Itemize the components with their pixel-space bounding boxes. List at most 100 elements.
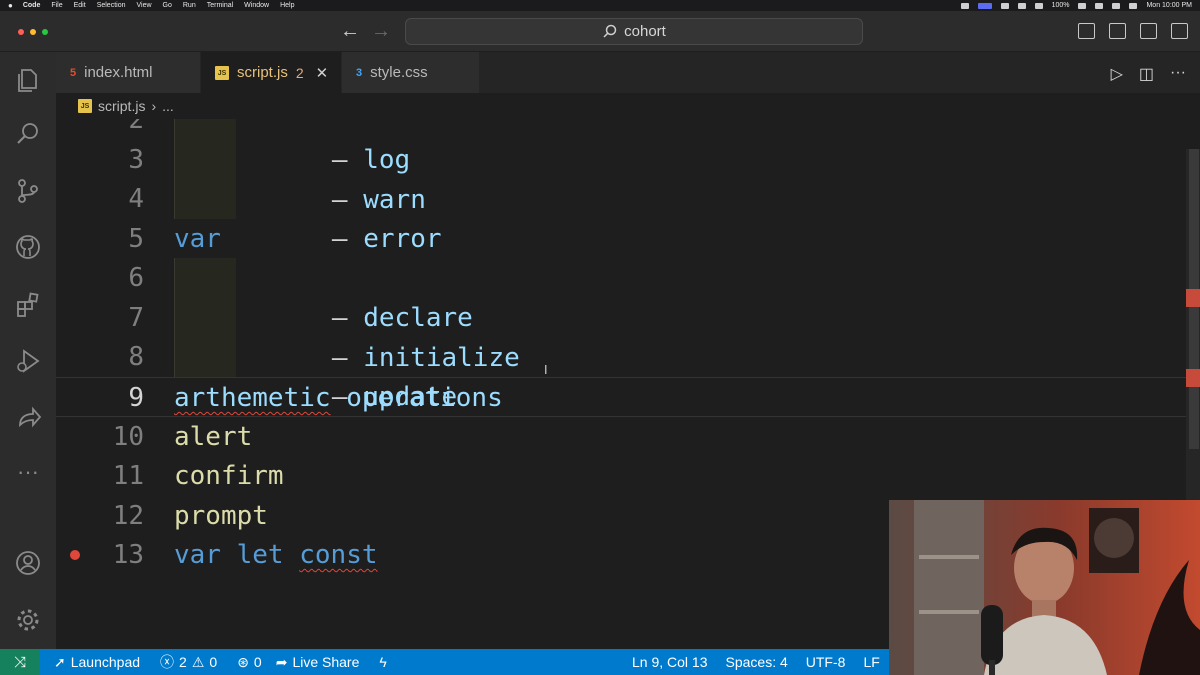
indentation[interactable]: Spaces: 4 xyxy=(726,654,788,670)
code-keyword: const xyxy=(299,540,378,570)
text-cursor-icon: I xyxy=(544,363,548,377)
run-debug-icon[interactable] xyxy=(13,346,43,376)
tab-label: style.css xyxy=(370,64,428,81)
breadcrumb-more[interactable]: ... xyxy=(162,98,174,114)
indent-guide xyxy=(174,337,236,377)
source-control-icon[interactable] xyxy=(13,176,43,206)
lightning-icon[interactable]: ϟ xyxy=(379,654,386,670)
ports-item[interactable]: ⊛ 0 xyxy=(237,654,262,671)
battery-icon[interactable] xyxy=(1078,2,1087,9)
settings-gear-icon[interactable] xyxy=(13,605,43,635)
back-arrow-icon[interactable]: ← xyxy=(340,20,360,43)
toggle-panel-icon[interactable] xyxy=(1109,23,1126,39)
code-line: 7 – initialize xyxy=(56,298,1186,373)
tab-index-html[interactable]: 5 index.html xyxy=(56,52,201,93)
minimize-window-button[interactable] xyxy=(30,29,36,35)
code-line: 3 – warn xyxy=(56,140,1186,215)
warning-count: 0 xyxy=(209,654,218,670)
code-line: 4 – error xyxy=(56,179,1186,254)
menu-app[interactable]: Code xyxy=(23,2,41,9)
layout-controls xyxy=(1078,23,1188,39)
webcam-overlay xyxy=(889,500,1200,675)
line-number: 7 xyxy=(128,303,144,333)
menu-clock[interactable]: Mon 10:00 PM xyxy=(1146,2,1192,9)
close-window-button[interactable] xyxy=(18,29,24,35)
tab-style-css[interactable]: 3 style.css xyxy=(342,52,480,93)
toggle-primary-sidebar-icon[interactable] xyxy=(1078,23,1095,39)
screen-record-icon[interactable] xyxy=(960,2,969,9)
breakpoint-icon[interactable] xyxy=(70,550,80,560)
indent-guide xyxy=(174,140,236,180)
error-marker[interactable] xyxy=(1186,289,1200,307)
close-tab-icon[interactable]: ✕ xyxy=(316,64,329,82)
code-keyword: var xyxy=(174,540,221,570)
split-editor-icon[interactable]: ◫ xyxy=(1139,64,1154,84)
search-text: cohort xyxy=(624,23,666,40)
display-icon[interactable] xyxy=(977,2,992,9)
siri-icon[interactable] xyxy=(1129,2,1138,9)
breadcrumb-file[interactable]: script.js xyxy=(98,98,145,114)
activity-bar: ··· xyxy=(0,52,56,649)
tab-script-js[interactable]: JS script.js 2 ✕ xyxy=(201,52,342,93)
cursor-position[interactable]: Ln 9, Col 13 xyxy=(632,654,708,670)
menu-help[interactable]: Help xyxy=(280,2,294,9)
menu-file[interactable]: File xyxy=(51,2,62,9)
run-file-icon[interactable]: ▷ xyxy=(1111,64,1123,84)
live-share-item[interactable]: ➦ Live Share xyxy=(276,654,360,671)
encoding[interactable]: UTF-8 xyxy=(806,654,846,670)
code-line: 5 var xyxy=(56,219,1186,259)
menu-run[interactable]: Run xyxy=(183,2,196,9)
tab-label: script.js xyxy=(237,64,288,81)
apple-icon[interactable]: ● xyxy=(8,1,13,10)
code-text: prompt xyxy=(174,501,268,531)
volume-icon[interactable] xyxy=(1000,2,1009,9)
customize-layout-icon[interactable] xyxy=(1171,23,1188,39)
live-share-icon[interactable] xyxy=(13,402,43,432)
menu-edit[interactable]: Edit xyxy=(74,2,86,9)
tab-label: index.html xyxy=(84,64,153,81)
title-bar: ← → cohort xyxy=(0,11,1200,52)
phone-icon[interactable] xyxy=(1034,2,1043,9)
more-views-icon[interactable]: ··· xyxy=(13,457,43,487)
indent-guide xyxy=(174,119,236,140)
indent-guide xyxy=(174,258,236,298)
html5-icon: 5 xyxy=(70,66,77,79)
rocket-icon: ➚ xyxy=(54,653,66,670)
error-marker[interactable] xyxy=(1186,369,1200,387)
code-line: 10 alert xyxy=(56,417,1186,457)
menu-selection[interactable]: Selection xyxy=(97,2,126,9)
remote-icon[interactable]: ⤨ xyxy=(0,649,40,675)
bluetooth-icon[interactable] xyxy=(1017,2,1026,9)
command-center-search[interactable]: cohort xyxy=(405,18,863,45)
code-text: confirm xyxy=(174,461,284,491)
wifi-icon[interactable] xyxy=(1095,2,1104,9)
line-number: 5 xyxy=(128,224,144,254)
line-number: 8 xyxy=(128,342,144,372)
more-actions-icon[interactable]: ··· xyxy=(1170,64,1186,84)
line-number: 6 xyxy=(128,263,144,293)
end-of-line[interactable]: LF xyxy=(863,654,879,670)
line-number: 12 xyxy=(112,501,144,531)
menu-terminal[interactable]: Terminal xyxy=(207,2,233,9)
live-share-status-icon: ➦ xyxy=(275,653,288,670)
ports-count: 0 xyxy=(253,654,262,670)
code-keyword: let xyxy=(236,540,284,570)
error-icon: ⓧ xyxy=(160,654,175,670)
zoom-window-button[interactable] xyxy=(42,29,48,35)
menu-view[interactable]: View xyxy=(136,2,151,9)
broadcast-icon: ⊛ xyxy=(237,653,249,670)
search-sidebar-icon[interactable] xyxy=(13,119,43,149)
problems-item[interactable]: ⓧ 2 ⚠ 0 xyxy=(160,652,217,672)
toggle-secondary-sidebar-icon[interactable] xyxy=(1140,23,1157,39)
forward-arrow-icon[interactable]: → xyxy=(371,20,391,43)
window-controls xyxy=(18,29,48,35)
control-center-icon[interactable] xyxy=(1112,2,1121,9)
menu-window[interactable]: Window xyxy=(244,2,269,9)
extensions-icon[interactable] xyxy=(13,290,43,320)
explorer-icon[interactable] xyxy=(13,65,43,95)
github-icon[interactable] xyxy=(13,232,43,262)
search-icon xyxy=(603,24,617,38)
accounts-icon[interactable] xyxy=(13,548,43,578)
launchpad-item[interactable]: ➚ Launchpad xyxy=(54,654,140,671)
menu-go[interactable]: Go xyxy=(163,2,172,9)
